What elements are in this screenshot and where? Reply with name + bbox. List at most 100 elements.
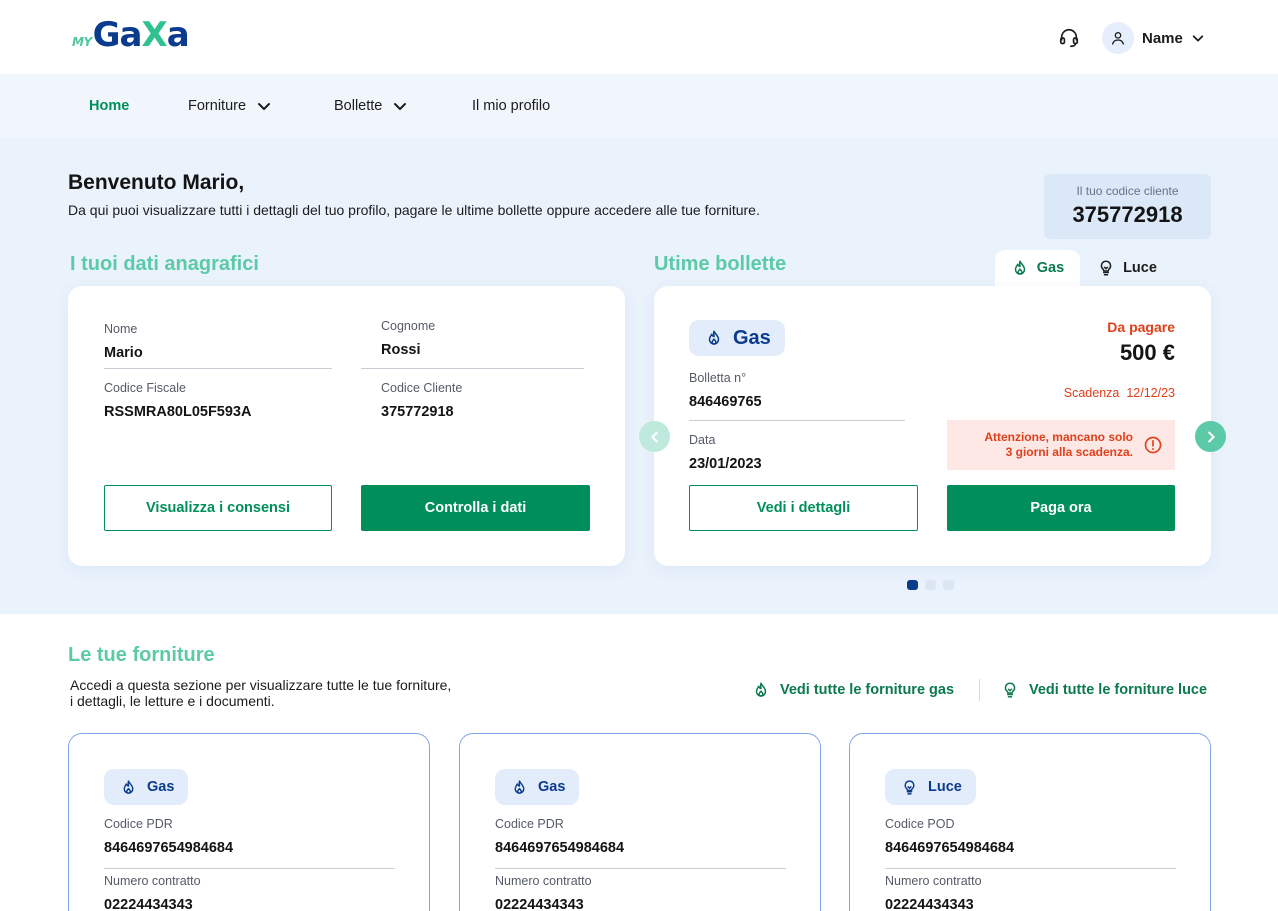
flame-icon [514, 779, 525, 794]
lightbulb-icon [1100, 260, 1112, 276]
badge-label: Gas [538, 779, 566, 795]
contract-value: 02224434343 [495, 897, 584, 911]
anagrafica-card: Nome Mario Cognome Rossi Codice Fiscale … [68, 286, 625, 566]
divider [361, 368, 584, 369]
link-label: Vedi tutte le forniture gas [780, 682, 955, 698]
due-date: Scadenza 12/12/23 [1064, 386, 1175, 400]
fornitura-card[interactable]: Luce Codice POD 8464697654984684 Numero … [849, 733, 1211, 911]
alert-line: Attenzione, mancano solo [984, 430, 1133, 444]
carousel-next-button[interactable] [1195, 421, 1226, 452]
divider [104, 368, 332, 369]
lightbulb-icon [904, 779, 915, 795]
code-label: Codice PDR [495, 817, 564, 831]
user-menu[interactable]: Name [1102, 22, 1205, 54]
chevron-down-icon [1192, 35, 1204, 42]
subtitle-line: i dettagli, le letture e i documenti. [70, 693, 275, 709]
code-label: Codice PDR [104, 817, 173, 831]
nav-item-label: Home [89, 98, 130, 114]
due-value: 12/12/23 [1126, 386, 1175, 400]
code-value: 8464697654984684 [885, 840, 1015, 856]
client-code-box: Il tuo codice cliente 375772918 [1044, 174, 1211, 239]
nav-item-label: Forniture [188, 98, 247, 114]
bolletta-date-value: 23/01/2023 [689, 456, 762, 472]
anagrafica-title: I tuoi dati anagrafici [70, 253, 259, 275]
carousel-dot[interactable] [943, 580, 954, 590]
tab-luce[interactable]: Luce [1082, 250, 1172, 286]
nav-item-profilo[interactable]: Il mio profilo [472, 74, 550, 138]
nav-item-forniture[interactable]: Forniture [188, 74, 272, 138]
client-code-value: 375772918 [1072, 202, 1183, 227]
fornitura-type-badge: Gas [495, 769, 580, 805]
view-consents-button[interactable]: Visualizza i consensi [104, 485, 332, 531]
pay-now-button[interactable]: Paga ora [947, 485, 1175, 531]
contract-value: 02224434343 [104, 897, 193, 911]
cognome-value: Rossi [381, 342, 421, 358]
carousel-dot[interactable] [925, 580, 936, 590]
logo[interactable]: MY GaXa [72, 15, 190, 55]
divider [689, 420, 905, 421]
avatar [1102, 22, 1134, 54]
nav-item-home[interactable]: Home [89, 74, 129, 138]
bolletta-number-value: 846469765 [689, 394, 762, 410]
alert-text: Attenzione, mancano solo 3 giorni alla s… [984, 430, 1133, 460]
all-luce-link[interactable]: Vedi tutte le forniture luce [1001, 679, 1207, 701]
divider [885, 868, 1176, 869]
contract-label: Numero contratto [104, 874, 201, 888]
forniture-subtitle: Accedi a questa sezione per visualizzare… [70, 677, 510, 709]
page-title: Benvenuto Mario, [68, 171, 245, 194]
check-data-button[interactable]: Controlla i dati [361, 485, 590, 531]
tab-label: Luce [1123, 260, 1157, 276]
alert-line: 3 giorni alla scadenza. [1005, 445, 1133, 459]
header: MY GaXa Name [0, 0, 1278, 74]
chevron-down-icon [394, 103, 407, 110]
code-label: Codice POD [885, 817, 955, 831]
fornitura-card[interactable]: Gas Codice PDR 8464697654984684 Numero c… [68, 733, 430, 911]
view-details-button[interactable]: Vedi i dettagli [689, 485, 918, 531]
warning-icon [1144, 436, 1162, 454]
fornitura-card[interactable]: Gas Codice PDR 8464697654984684 Numero c… [459, 733, 821, 911]
bolletta-number-label: Bolletta n° [689, 371, 747, 385]
contract-label: Numero contratto [885, 874, 982, 888]
bollette-title: Utime bollette [654, 253, 787, 275]
logo-wordmark: GaXa [92, 15, 190, 55]
cc-label: Codice Cliente [381, 381, 463, 395]
carousel-prev-button[interactable] [639, 421, 670, 452]
lightbulb-icon [1004, 682, 1016, 698]
flame-icon [755, 682, 767, 697]
contract-value: 02224434343 [885, 897, 974, 911]
nav-item-label: Bollette [334, 98, 383, 114]
flame-icon [123, 779, 134, 794]
arrow-right-icon [1207, 431, 1215, 442]
fornitura-type-badge: Luce [885, 769, 976, 805]
due-label: Scadenza [1063, 386, 1120, 400]
divider [495, 868, 786, 869]
chevron-down-icon [258, 103, 271, 110]
bolletta-amount: 500 € [1119, 340, 1175, 365]
badge-label: Gas [147, 779, 175, 795]
logo-my: MY [72, 35, 92, 49]
due-alert: Attenzione, mancano solo 3 giorni alla s… [947, 420, 1175, 470]
badge-label: Luce [928, 779, 962, 795]
client-code-label: Il tuo codice cliente [1076, 184, 1179, 198]
cf-label: Codice Fiscale [104, 381, 186, 395]
fornitura-type-badge: Gas [104, 769, 189, 805]
user-icon [1112, 32, 1124, 45]
subtitle-line: Accedi a questa sezione per visualizzare… [70, 677, 452, 693]
nome-label: Nome [104, 322, 138, 336]
bolletta-date-label: Data [689, 433, 716, 447]
code-value: 8464697654984684 [104, 840, 234, 856]
user-name: Name [1142, 29, 1183, 47]
carousel-dot[interactable] [907, 580, 918, 590]
nav-item-bollette[interactable]: Bollette [334, 74, 408, 138]
support-headset-icon[interactable] [1058, 27, 1080, 49]
tab-gas[interactable]: Gas [995, 250, 1080, 286]
status-badge: Da pagare [1107, 319, 1175, 335]
cf-value: RSSMRA80L05F593A [104, 404, 252, 420]
nav-item-label: Il mio profilo [472, 98, 551, 114]
bolletta-type-badge: Gas [689, 320, 785, 356]
flame-icon [1014, 260, 1026, 275]
nome-value: Mario [104, 345, 143, 361]
tab-label: Gas [1036, 260, 1065, 276]
arrow-left-icon [650, 431, 658, 442]
all-gas-link[interactable]: Vedi tutte le forniture gas [752, 679, 954, 701]
